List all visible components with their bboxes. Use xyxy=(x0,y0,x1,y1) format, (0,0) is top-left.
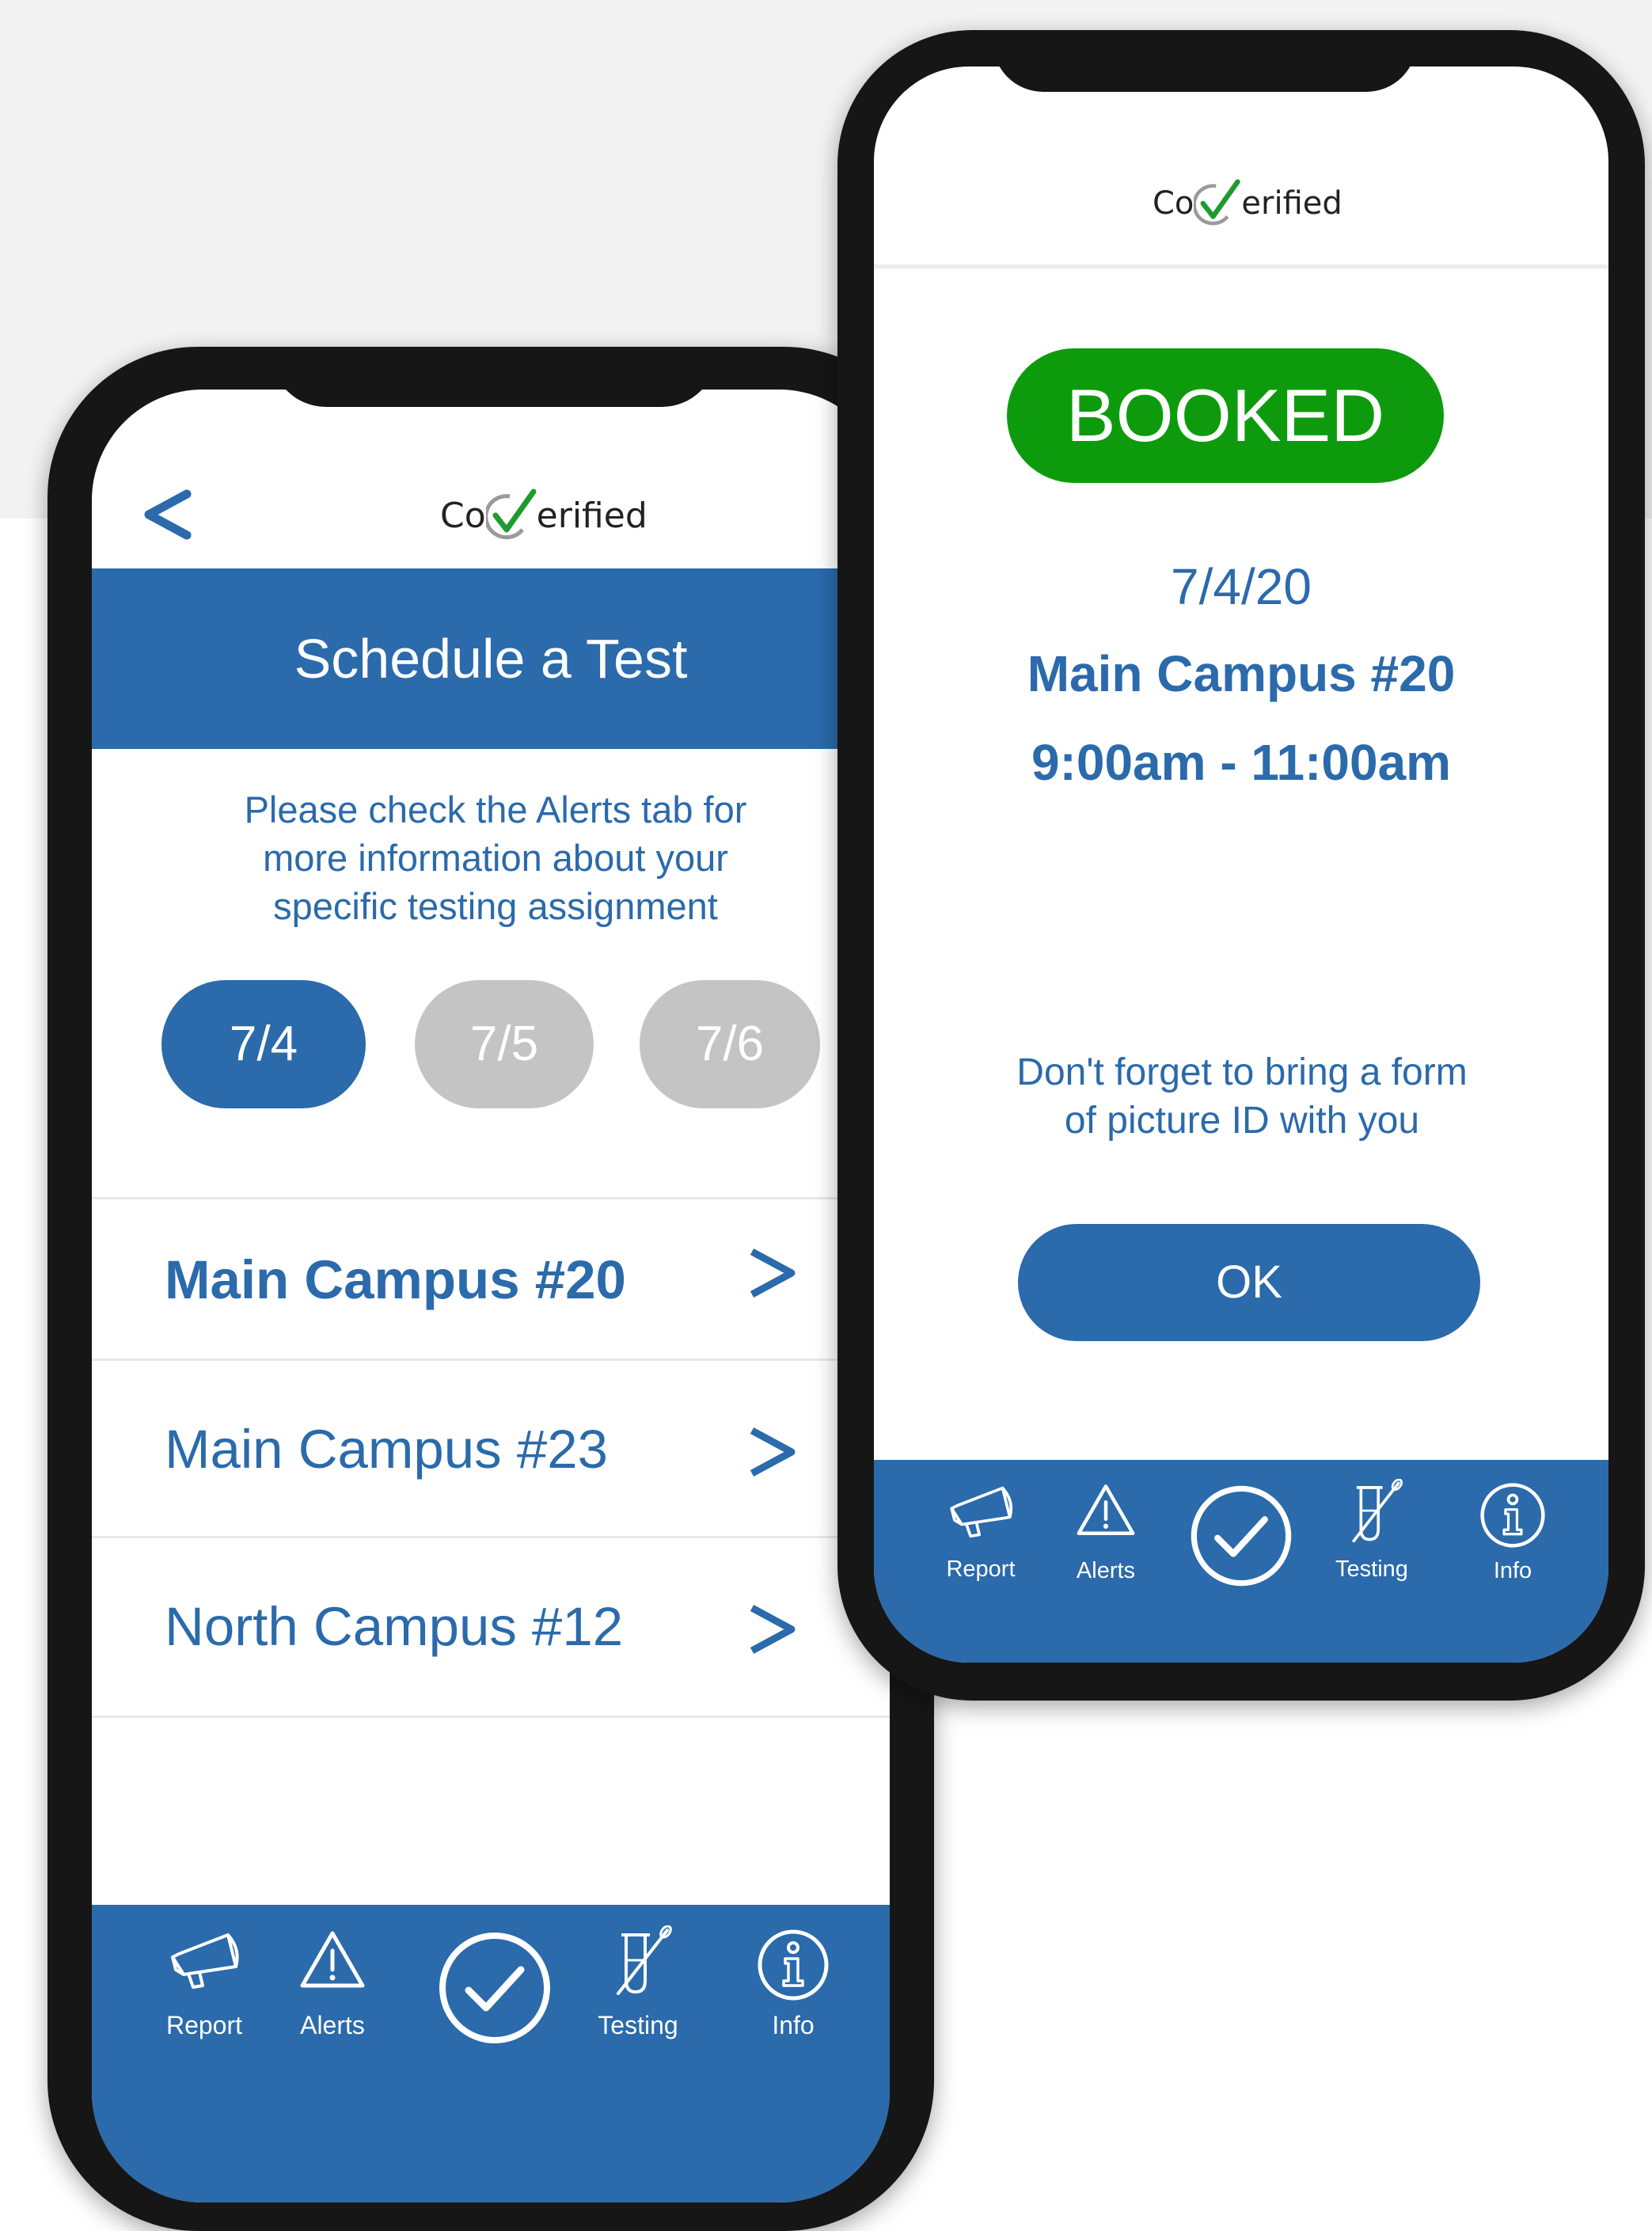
phone-booked: Co erified BOOKED 7/4/20 Main Campus #20… xyxy=(837,30,1645,1701)
tab-info[interactable]: Info xyxy=(1469,1482,1556,1601)
location-row-north-12[interactable]: North Campus #12 xyxy=(92,1536,890,1718)
chevron-left-icon xyxy=(144,489,192,540)
booking-location: Main Campus #20 xyxy=(1027,645,1456,702)
tab-info[interactable]: Info xyxy=(746,1929,841,2055)
chevron-right-icon xyxy=(750,1249,796,1298)
location-label: Main Campus #20 xyxy=(165,1249,626,1310)
location-label: North Campus #12 xyxy=(165,1596,624,1657)
megaphone-icon xyxy=(171,1933,239,1989)
tab-alerts[interactable]: Alerts xyxy=(1062,1482,1149,1601)
phone-notch xyxy=(271,347,717,407)
tab-report[interactable]: Report xyxy=(929,1482,1032,1601)
location-label: Main Campus #23 xyxy=(165,1419,608,1480)
logo-check-icon xyxy=(1194,179,1241,226)
warning-icon xyxy=(300,1931,365,1988)
tab-alerts[interactable]: Alerts xyxy=(285,1929,380,2055)
info-message: Please check the Alerts tab for more inf… xyxy=(244,789,747,927)
info-icon xyxy=(758,1929,829,2001)
schedule-screen: Co erified Schedule a Test Please check … xyxy=(92,390,890,2202)
tab-testing[interactable]: Testing xyxy=(583,1925,693,2052)
date-pill-7-6[interactable]: 7/6 xyxy=(640,980,820,1108)
booking-time: 9:00am - 11:00am xyxy=(1031,734,1452,791)
reminder-text: Don't forget to bring a form of picture … xyxy=(1016,1051,1468,1142)
app-logo: Co erified xyxy=(1153,177,1342,230)
bottom-tab-bar: Report Alerts Testing Info xyxy=(874,1460,1608,1663)
header-divider xyxy=(874,264,1608,268)
chevron-right-icon xyxy=(750,1605,796,1654)
back-button[interactable] xyxy=(138,483,201,546)
chevron-right-icon xyxy=(750,1427,796,1477)
location-row-main-23[interactable]: Main Campus #23 xyxy=(92,1359,890,1538)
date-pill-7-4[interactable]: 7/4 xyxy=(161,980,366,1108)
tab-check[interactable] xyxy=(437,1930,553,2046)
booked-screen: Co erified BOOKED 7/4/20 Main Campus #20… xyxy=(874,67,1608,1663)
test-tube-icon xyxy=(1352,1478,1403,1543)
page-title: Schedule a Test xyxy=(92,568,890,749)
info-icon xyxy=(1480,1483,1545,1548)
phone-schedule: Co erified Schedule a Test Please check … xyxy=(47,347,934,2231)
check-circle-icon xyxy=(439,1933,550,2043)
phone-notch xyxy=(993,30,1417,92)
status-badge: BOOKED xyxy=(1007,348,1444,483)
logo-check-icon xyxy=(485,488,537,540)
warning-icon xyxy=(1077,1484,1135,1536)
location-row-main-20[interactable]: Main Campus #20 xyxy=(92,1197,890,1361)
tab-testing[interactable]: Testing xyxy=(1320,1478,1423,1598)
megaphone-icon xyxy=(950,1486,1013,1538)
bottom-tab-bar: Report Alerts Testing Info xyxy=(92,1905,890,2202)
test-tube-icon xyxy=(617,1925,672,1995)
tab-check[interactable] xyxy=(1189,1484,1293,1588)
check-circle-icon xyxy=(1191,1485,1292,1587)
app-logo: Co erified xyxy=(440,488,648,543)
booking-date: 7/4/20 xyxy=(1171,558,1312,615)
ok-button[interactable]: OK xyxy=(1018,1224,1480,1341)
date-pill-7-5[interactable]: 7/5 xyxy=(415,980,594,1108)
tab-report[interactable]: Report xyxy=(149,1929,260,2055)
